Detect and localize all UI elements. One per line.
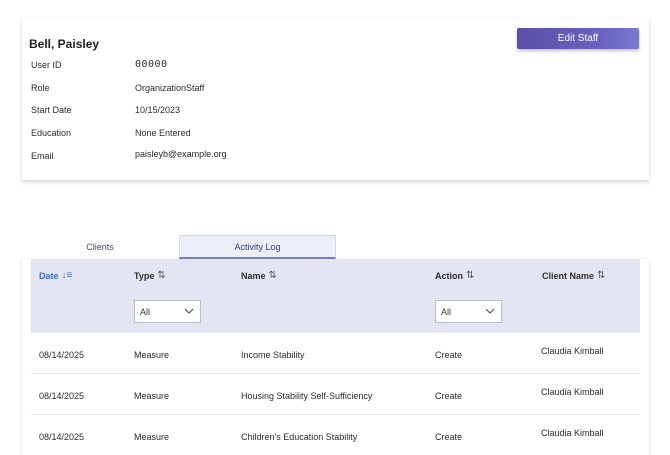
column-header-name[interactable]: Name ⇅ [241, 270, 277, 281]
chevron-down-icon [184, 308, 194, 314]
staff-details-card: Bell, Paisley Edit Staff User ID 00000 R… [22, 18, 649, 180]
table-row[interactable]: 08/14/2025 Measure Income Stability Crea… [31, 333, 640, 374]
column-header-action[interactable]: Action ⇅ [435, 270, 474, 281]
row-name: Children's Education Stability [241, 432, 358, 442]
education-label: Education [31, 128, 72, 138]
tab-activity-log[interactable]: Activity Log [179, 235, 336, 259]
row-date: 08/14/2025 [39, 350, 85, 360]
sort-icon: ⇅ [268, 270, 277, 281]
sort-icon: ⇅ [466, 270, 475, 281]
start-date-label: Start Date [31, 105, 72, 115]
column-header-type[interactable]: Type ⇅ [134, 270, 166, 281]
row-action: Create [435, 391, 463, 401]
grid-header: Date ↓≡ Type ⇅ Name ⇅ Action ⇅ Client Na… [31, 259, 640, 333]
row-type: Measure [134, 432, 170, 442]
role-label: Role [31, 83, 50, 93]
column-header-label: Client Name [542, 270, 595, 281]
table-row[interactable]: 08/14/2025 Measure Housing Stability Sel… [31, 374, 640, 415]
role-value: OrganizationStaff [135, 83, 205, 93]
education-value: None Entered [135, 128, 191, 138]
column-header-label: Date [39, 270, 59, 281]
row-date: 08/14/2025 [39, 391, 85, 401]
row-client-name: Claudia Kimball [541, 387, 604, 397]
email-label: Email [31, 151, 54, 161]
column-header-label: Name [241, 270, 266, 281]
row-type: Measure [134, 350, 170, 360]
row-action: Create [435, 350, 463, 360]
sort-descending-icon: ↓≡ [61, 270, 73, 281]
row-action: Create [435, 432, 463, 442]
type-filter-value: All [140, 306, 151, 317]
action-filter-select[interactable]: All [435, 300, 502, 323]
row-date: 08/14/2025 [39, 432, 85, 442]
edit-staff-button[interactable]: Edit Staff [517, 28, 639, 49]
row-type: Measure [134, 391, 170, 401]
email-value: paisleyb@example.org [135, 149, 227, 159]
user-id-value: 00000 [135, 59, 168, 70]
column-header-label: Action [435, 270, 463, 281]
staff-name: Bell, Paisley [29, 37, 100, 51]
start-date-value: 10/15/2023 [135, 105, 181, 115]
action-filter-value: All [441, 306, 452, 317]
sort-icon: ⇅ [597, 270, 606, 281]
tab-clients[interactable]: Clients [22, 235, 178, 259]
user-id-label: User ID [31, 60, 62, 70]
row-client-name: Claudia Kimball [541, 428, 604, 438]
table-row[interactable]: 08/14/2025 Measure Children's Education … [31, 415, 640, 455]
sort-icon: ⇅ [157, 270, 166, 281]
column-header-date[interactable]: Date ↓≡ [39, 270, 72, 281]
column-header-client-name[interactable]: Client Name ⇅ [542, 270, 605, 281]
row-name: Housing Stability Self-Sufficiency [241, 391, 373, 401]
column-header-label: Type [134, 270, 155, 281]
row-client-name: Claudia Kimball [541, 346, 604, 356]
type-filter-select[interactable]: All [134, 300, 201, 323]
chevron-down-icon [485, 308, 495, 314]
row-name: Income Stability [241, 350, 305, 360]
activity-log-grid: Date ↓≡ Type ⇅ Name ⇅ Action ⇅ Client Na… [22, 259, 649, 455]
